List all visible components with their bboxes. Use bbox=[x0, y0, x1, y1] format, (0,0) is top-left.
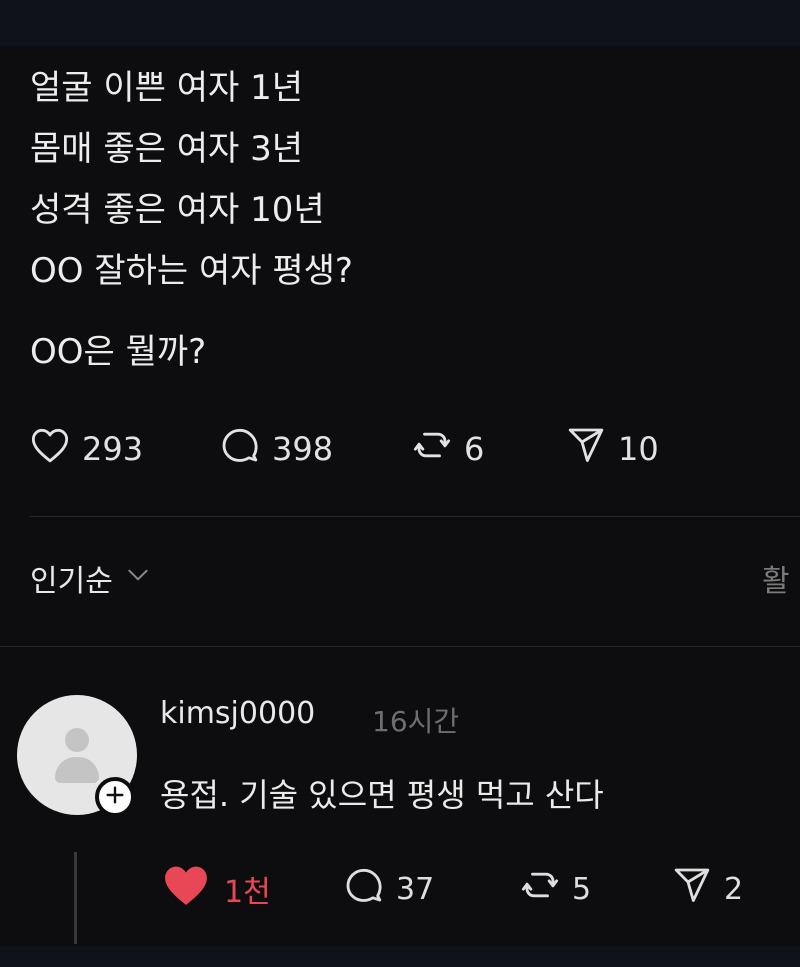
post-line-4: OO 잘하는 여자 평생? bbox=[30, 251, 353, 291]
comment-repost-button[interactable]: 5 bbox=[520, 864, 591, 914]
heart-icon bbox=[160, 862, 224, 916]
comment-button[interactable]: 398 bbox=[220, 424, 333, 474]
divider bbox=[0, 646, 800, 647]
avatar-head bbox=[65, 728, 89, 752]
comment-share-button[interactable]: 2 bbox=[672, 864, 743, 914]
repost-icon bbox=[412, 425, 464, 473]
share-button[interactable]: 10 bbox=[566, 424, 659, 474]
comment-like-button[interactable]: 1천 bbox=[160, 864, 271, 914]
share-icon bbox=[566, 425, 618, 473]
post-body: 얼굴 이쁜 여자 1년 몸매 좋은 여자 3년 성격 좋은 여자 10년 OO … bbox=[30, 58, 353, 302]
comment-repost-count: 5 bbox=[572, 871, 592, 907]
bottom-bar bbox=[0, 946, 800, 967]
comment-reply-count: 37 bbox=[396, 871, 435, 907]
plus-icon bbox=[104, 784, 126, 810]
activity-link[interactable]: 활 bbox=[762, 556, 790, 600]
repost-icon bbox=[520, 865, 572, 913]
comment-time: 16시간 bbox=[372, 705, 460, 738]
divider bbox=[30, 516, 800, 517]
post-actions: 293 398 6 10 bbox=[0, 424, 800, 474]
comment-share-count: 2 bbox=[724, 871, 744, 907]
top-status-bar bbox=[0, 0, 800, 46]
comment-reply-button[interactable]: 37 bbox=[344, 864, 434, 914]
follow-button[interactable] bbox=[95, 777, 135, 817]
post-question: OO은 뭘까? bbox=[30, 332, 207, 372]
comment-icon bbox=[220, 425, 272, 473]
repost-button[interactable]: 6 bbox=[412, 424, 484, 474]
share-count: 10 bbox=[618, 430, 659, 468]
post-line-3: 성격 좋은 여자 10년 bbox=[30, 190, 325, 230]
comment-icon bbox=[344, 865, 396, 913]
share-icon bbox=[672, 865, 724, 913]
heart-icon bbox=[30, 426, 82, 472]
like-count: 293 bbox=[82, 430, 144, 468]
comment-username[interactable]: kimsj0000 bbox=[160, 696, 315, 731]
repost-count: 6 bbox=[464, 430, 485, 468]
comment-like-count: 1천 bbox=[224, 875, 271, 910]
avatar-body bbox=[55, 757, 99, 783]
sort-dropdown[interactable]: 인기순 bbox=[30, 556, 151, 600]
post-line-2: 몸매 좋은 여자 3년 bbox=[30, 129, 304, 169]
chevron-down-icon bbox=[113, 561, 151, 596]
sort-label: 인기순 bbox=[30, 564, 113, 599]
comment-count: 398 bbox=[272, 430, 334, 468]
like-button[interactable]: 293 bbox=[30, 424, 143, 474]
post-line-1: 얼굴 이쁜 여자 1년 bbox=[30, 68, 304, 108]
comment-text: 용접. 기술 있으면 평생 먹고 산다 bbox=[160, 776, 604, 814]
comment-actions: 1천 37 5 2 bbox=[0, 864, 800, 914]
